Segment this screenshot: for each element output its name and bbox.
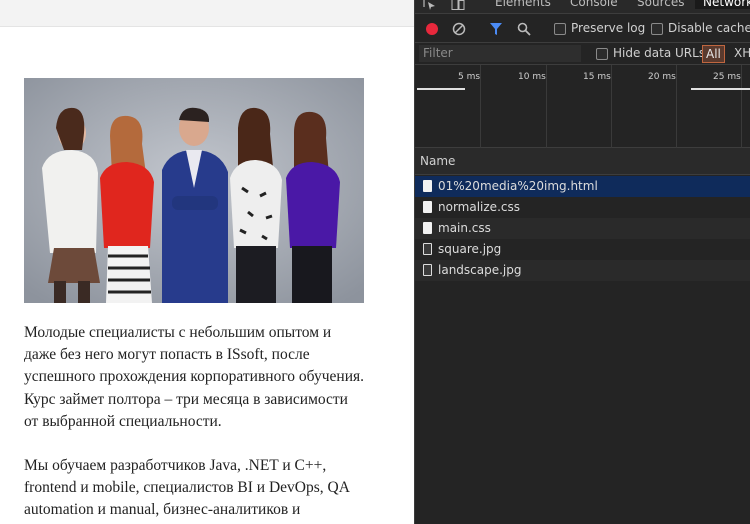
clear-icon[interactable]	[452, 22, 466, 39]
request-name: square.jpg	[438, 242, 502, 256]
request-row[interactable]: 01%20media%20img.html	[415, 176, 750, 197]
team-photo	[24, 78, 364, 303]
tab-console[interactable]: Console	[570, 0, 618, 9]
timeline-tick: 5 ms	[458, 72, 481, 82]
request-row[interactable]: normalize.css	[415, 197, 750, 218]
filter-xhr-button[interactable]: XH	[734, 46, 750, 60]
devtools-panel: Elements Console Sources Network Preserv…	[414, 0, 750, 524]
device-toolbar-icon[interactable]	[451, 0, 465, 13]
request-name: main.css	[438, 221, 491, 235]
timeline-bar	[417, 88, 465, 90]
intro-paragraph: Молодые специалисты с небольшим опытом и…	[24, 324, 364, 430]
document-icon	[423, 180, 432, 192]
tab-sources[interactable]: Sources	[637, 0, 684, 9]
filter-input[interactable]: Filter	[419, 45, 581, 62]
request-row[interactable]: landscape.jpg	[415, 260, 750, 281]
devtools-tabbar: Elements Console Sources Network	[415, 0, 750, 14]
column-name-header[interactable]: Name	[420, 154, 455, 168]
network-toolbar: Preserve log Disable cache	[415, 15, 750, 43]
preserve-log-label: Preserve log	[571, 21, 646, 35]
record-icon[interactable]	[425, 22, 439, 39]
tab-network[interactable]: Network	[695, 0, 750, 9]
image-file-icon	[423, 243, 432, 255]
disable-cache-label: Disable cache	[668, 21, 750, 35]
timeline-tick: 25 ms	[713, 72, 741, 82]
courses-paragraph: Мы обучаем разработчиков Java, .NET и C+…	[24, 457, 350, 519]
document-icon	[423, 222, 432, 234]
team-photo-illustration	[24, 78, 364, 303]
requests-table-header: Name	[415, 148, 750, 175]
filter-icon[interactable]	[489, 22, 503, 39]
search-icon[interactable]	[517, 22, 531, 39]
hide-data-urls-label: Hide data URLs	[613, 46, 706, 60]
timeline-tick: 10 ms	[518, 72, 546, 82]
page-top-strip	[0, 0, 414, 27]
network-overview-timeline: 5 ms 10 ms 15 ms 20 ms 25 ms	[415, 65, 750, 148]
document-icon	[423, 201, 432, 213]
preserve-log-checkbox[interactable]	[554, 23, 566, 35]
request-row[interactable]: main.css	[415, 218, 750, 239]
timeline-tick: 20 ms	[648, 72, 676, 82]
disable-cache-checkbox[interactable]	[651, 23, 663, 35]
request-name: 01%20media%20img.html	[438, 179, 598, 193]
web-page-viewport: Молодые специалисты с небольшим опытом и…	[0, 0, 414, 524]
inspect-element-icon[interactable]	[423, 0, 437, 13]
timeline-bar	[691, 88, 750, 90]
tab-elements[interactable]: Elements	[495, 0, 551, 9]
timeline-tick: 15 ms	[583, 72, 611, 82]
request-row[interactable]: square.jpg	[415, 239, 750, 260]
filter-all-button[interactable]: All	[702, 45, 725, 63]
request-name: normalize.css	[438, 200, 520, 214]
network-filter-bar: Filter Hide data URLs All XH	[415, 43, 750, 65]
request-name: landscape.jpg	[438, 263, 522, 277]
hide-data-urls-checkbox[interactable]	[596, 48, 608, 60]
image-file-icon	[423, 264, 432, 276]
